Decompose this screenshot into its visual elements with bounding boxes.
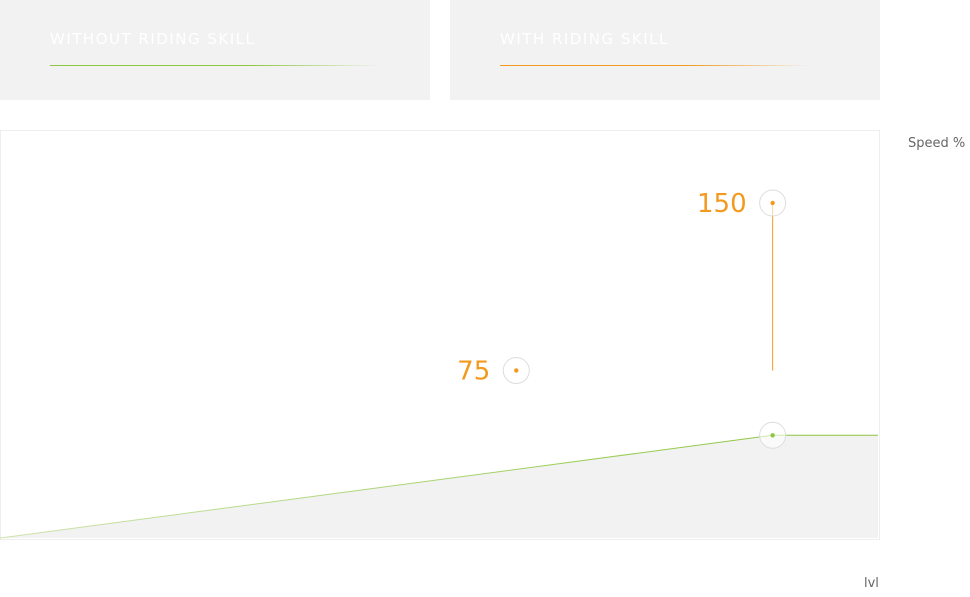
markers xyxy=(502,189,787,449)
marker-dot xyxy=(514,368,519,373)
data-label: 75 xyxy=(457,357,490,387)
marker-dot xyxy=(770,200,775,206)
area-fill xyxy=(0,435,878,538)
data-label: 150 xyxy=(697,189,747,219)
gridlines xyxy=(2,202,660,472)
marker-dot xyxy=(770,433,775,438)
speed-chart: 75 150 xyxy=(0,189,878,539)
series-area-fill xyxy=(0,435,878,538)
data-labels: 75 150 xyxy=(457,189,746,387)
x-axis-label: lvl xyxy=(864,576,879,591)
y-axis-label: Speed % xyxy=(908,136,966,151)
